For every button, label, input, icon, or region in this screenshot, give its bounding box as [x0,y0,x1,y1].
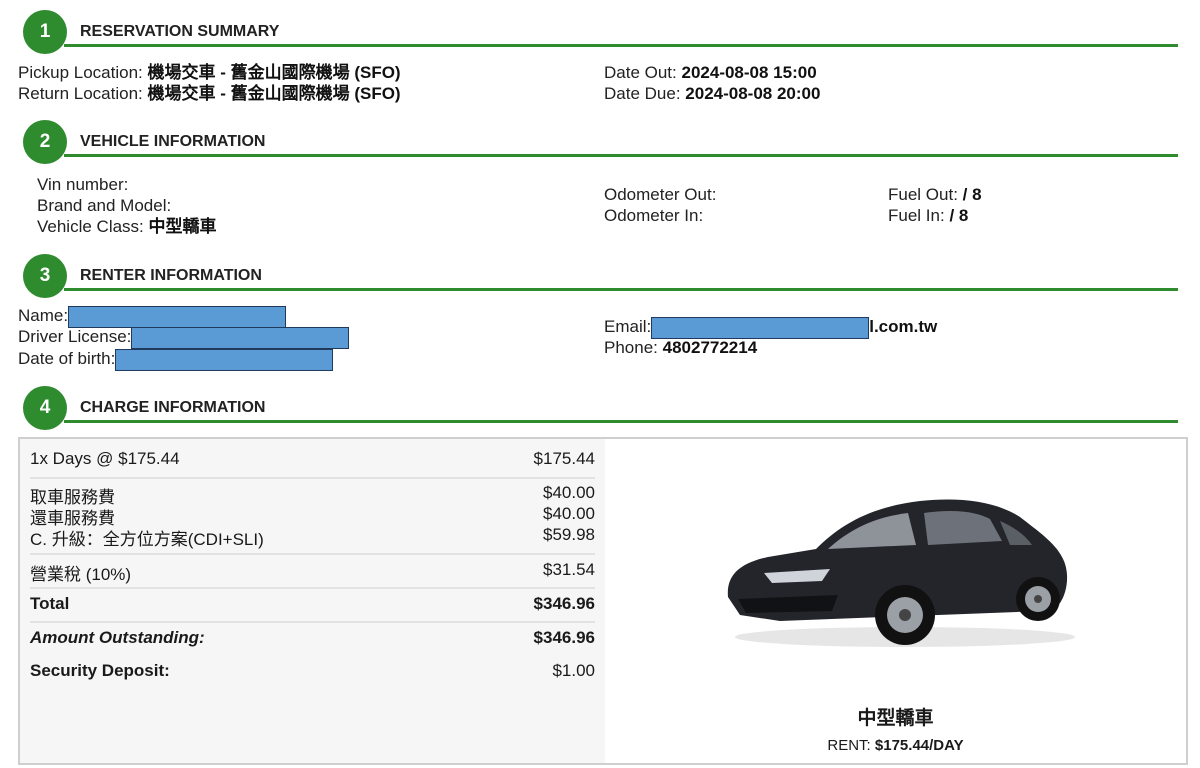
charge-amount: $40.00 [543,483,595,502]
fuel-out-label: Fuel Out: [888,185,958,204]
pickup-value: 機場交車 - 舊金山國際機場 (SFO) [147,63,401,82]
date-due: Date Due: 2024-08-08 20:00 [604,83,820,104]
section-title: CHARGE INFORMATION [80,399,266,416]
charge-label: 營業稅 (10%) [30,565,132,584]
class-label: Vehicle Class: [37,217,144,236]
charge-amount: $346.96 [533,594,595,613]
return-location: Return Location: 機場交車 - 舊金山國際機場 (SFO) [18,83,401,104]
section-header-renter: 3 RENTER INFORMATION [20,254,1178,298]
section-header-reservation: 1 RESERVATION SUMMARY [20,10,1178,54]
section-number-badge: 1 [23,10,67,54]
charge-amount: $31.54 [543,560,595,579]
redacted-email-block [651,316,870,339]
return-label: Return Location: [18,84,143,103]
car-image [727,499,1075,647]
section-header-vehicle: 2 VEHICLE INFORMATION [20,120,1178,164]
odometer-out-label: Odometer Out: [604,185,717,204]
rent-prefix: RENT: [827,737,875,754]
row-divider [30,621,595,623]
return-value: 機場交車 - 舊金山國際機場 (SFO) [147,84,401,103]
renter-name: Name: [18,305,287,328]
renter-email: Email: l.com.tw [604,316,937,339]
odometer-out: Odometer Out: [604,184,716,205]
section-divider [64,288,1178,291]
date-due-value: 2024-08-08 20:00 [685,84,821,103]
phone-label: Phone: [604,338,658,357]
date-out-label: Date Out: [604,63,677,82]
driver-license: Driver License: [18,326,350,349]
charge-table: 1x Days @ $175.44 $175.44 取車服務費 $40.00 還… [20,439,605,763]
row-divider [30,553,595,555]
class-value: 中型轎車 [148,217,217,236]
pickup-label: Pickup Location: [18,63,143,82]
charge-amount: $59.98 [543,525,595,544]
section-number-badge: 3 [23,254,67,298]
pickup-location: Pickup Location: 機場交車 - 舊金山國際機場 (SFO) [18,62,401,83]
row-divider [30,587,595,589]
vin-number: Vin number: [37,174,128,195]
section-title: RENTER INFORMATION [80,267,262,284]
section-title: RESERVATION SUMMARY [80,23,280,40]
renter-phone: Phone: 4802772214 [604,337,757,358]
odometer-in: Odometer In: [604,205,703,226]
phone-value: 4802772214 [662,338,758,357]
rent-value: $175.44 [874,737,930,754]
email-label: Email: [604,317,652,336]
date-of-birth: Date of birth: [18,348,334,371]
vehicle-preview: 中型轎車 RENT: $175.44/DAY [605,439,1186,763]
section-header-charge: 4 CHARGE INFORMATION [20,386,1178,430]
charge-information-box: 1x Days @ $175.44 $175.44 取車服務費 $40.00 還… [18,437,1188,765]
charge-amount: $346.96 [533,628,595,647]
section-divider [64,154,1178,157]
section-number-badge: 4 [23,386,67,430]
fuel-out-value: / 8 [962,185,982,204]
section-divider [64,420,1178,423]
brand-label: Brand and Model: [37,196,172,215]
charge-label: 1x Days @ $175.44 [30,449,180,468]
rent-per-day: RENT: $175.44/DAY [605,737,1186,754]
date-out-value: 2024-08-08 15:00 [681,63,817,82]
charge-amount: $175.44 [533,449,595,468]
fuel-in: Fuel In: / 8 [888,205,968,226]
vin-label: Vin number: [37,175,129,194]
name-label: Name: [18,306,69,325]
section-divider [64,44,1178,47]
section-number-badge: 2 [23,120,67,164]
charge-amount: $40.00 [543,504,595,523]
rent-suffix: /DAY [929,737,964,754]
date-out: Date Out: 2024-08-08 15:00 [604,62,817,83]
charge-label: Security Deposit: [30,661,170,680]
fuel-in-label: Fuel In: [888,206,945,225]
charge-label: Total [30,594,70,613]
row-divider [30,477,595,479]
brand-model: Brand and Model: [37,195,171,216]
email-suffix: l.com.tw [869,317,938,336]
redacted-name-block [68,305,287,328]
charge-label: C. 升級：全方位方案(CDI+SLI) [30,530,264,549]
vehicle-class: Vehicle Class: 中型轎車 [37,216,217,237]
redacted-license-block [131,326,350,349]
date-due-label: Date Due: [604,84,681,103]
odometer-in-label: Odometer In: [604,206,704,225]
fuel-in-value: / 8 [949,206,969,225]
charge-label: Amount Outstanding: [30,628,205,647]
charge-amount: $1.00 [552,661,595,680]
redacted-dob-block [115,348,334,371]
vehicle-class-name: 中型轎車 [857,708,934,729]
fuel-out: Fuel Out: / 8 [888,184,982,205]
license-label: Driver License: [18,327,132,346]
dob-label: Date of birth: [18,349,116,368]
section-title: VEHICLE INFORMATION [80,133,266,150]
